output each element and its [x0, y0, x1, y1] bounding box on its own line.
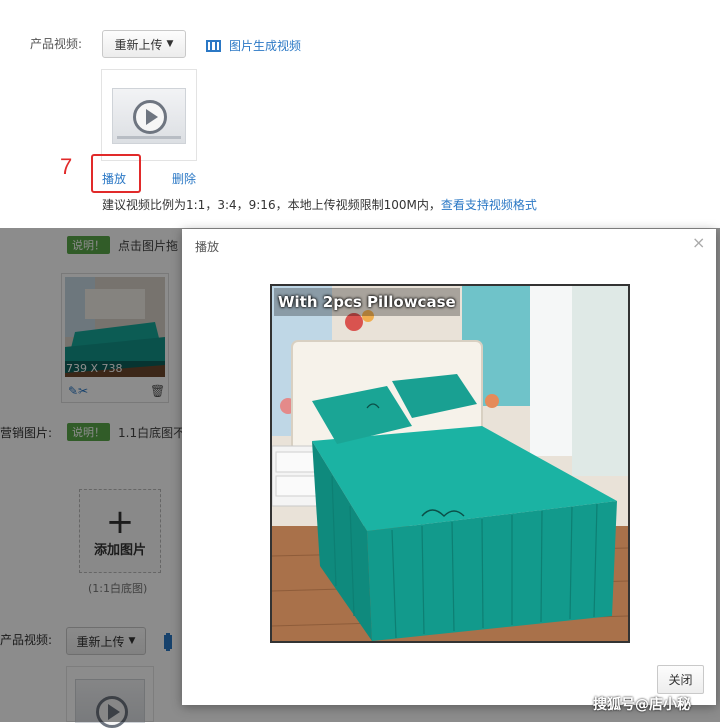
play-video-modal: 播放 × With 2pcs Pillowcase 关闭	[182, 229, 716, 705]
video-hint: 建议视频比例为1:1，3:4，9:16，本地上传视频限制100M内，查看支持视频…	[102, 196, 537, 213]
video-thumbnail[interactable]	[101, 69, 197, 161]
close-icon[interactable]: ×	[692, 233, 705, 252]
source-watermark: 搜狐号@店小秘	[593, 697, 691, 713]
progress-bar	[117, 136, 181, 139]
close-button[interactable]: 关闭	[657, 665, 704, 694]
generate-video-label: 图片生成视频	[229, 39, 302, 53]
modal-title: 播放	[195, 240, 220, 254]
product-video-label: 产品视频:	[30, 37, 83, 51]
caret-down-icon: ▼	[166, 39, 174, 49]
pillowcase-caption: With 2pcs Pillowcase	[278, 293, 456, 311]
step-number: 7	[60, 154, 73, 179]
video-preview-image[interactable]: With 2pcs Pillowcase	[270, 284, 630, 643]
reupload-button-label: 重新上传	[114, 37, 163, 52]
close-button-label: 关闭	[668, 673, 693, 687]
reupload-button[interactable]: 重新上传 ▼	[102, 30, 186, 58]
supported-formats-link[interactable]: 查看支持视频格式	[441, 198, 537, 212]
film-icon	[206, 39, 221, 52]
video-player-graphic	[112, 88, 186, 144]
bed-photo	[272, 286, 628, 641]
video-hint-text: 建议视频比例为1:1，3:4，9:16，本地上传视频限制100M内，	[102, 198, 441, 212]
video-section-top: 产品视频: 重新上传 ▼ 图片生成视频 7 播放 删除 建议视频比例为1:1，3…	[0, 0, 720, 228]
play-link[interactable]: 播放	[102, 170, 126, 187]
play-icon	[133, 100, 167, 134]
delete-link[interactable]: 删除	[172, 170, 196, 187]
generate-video-link[interactable]: 图片生成视频	[206, 37, 301, 54]
